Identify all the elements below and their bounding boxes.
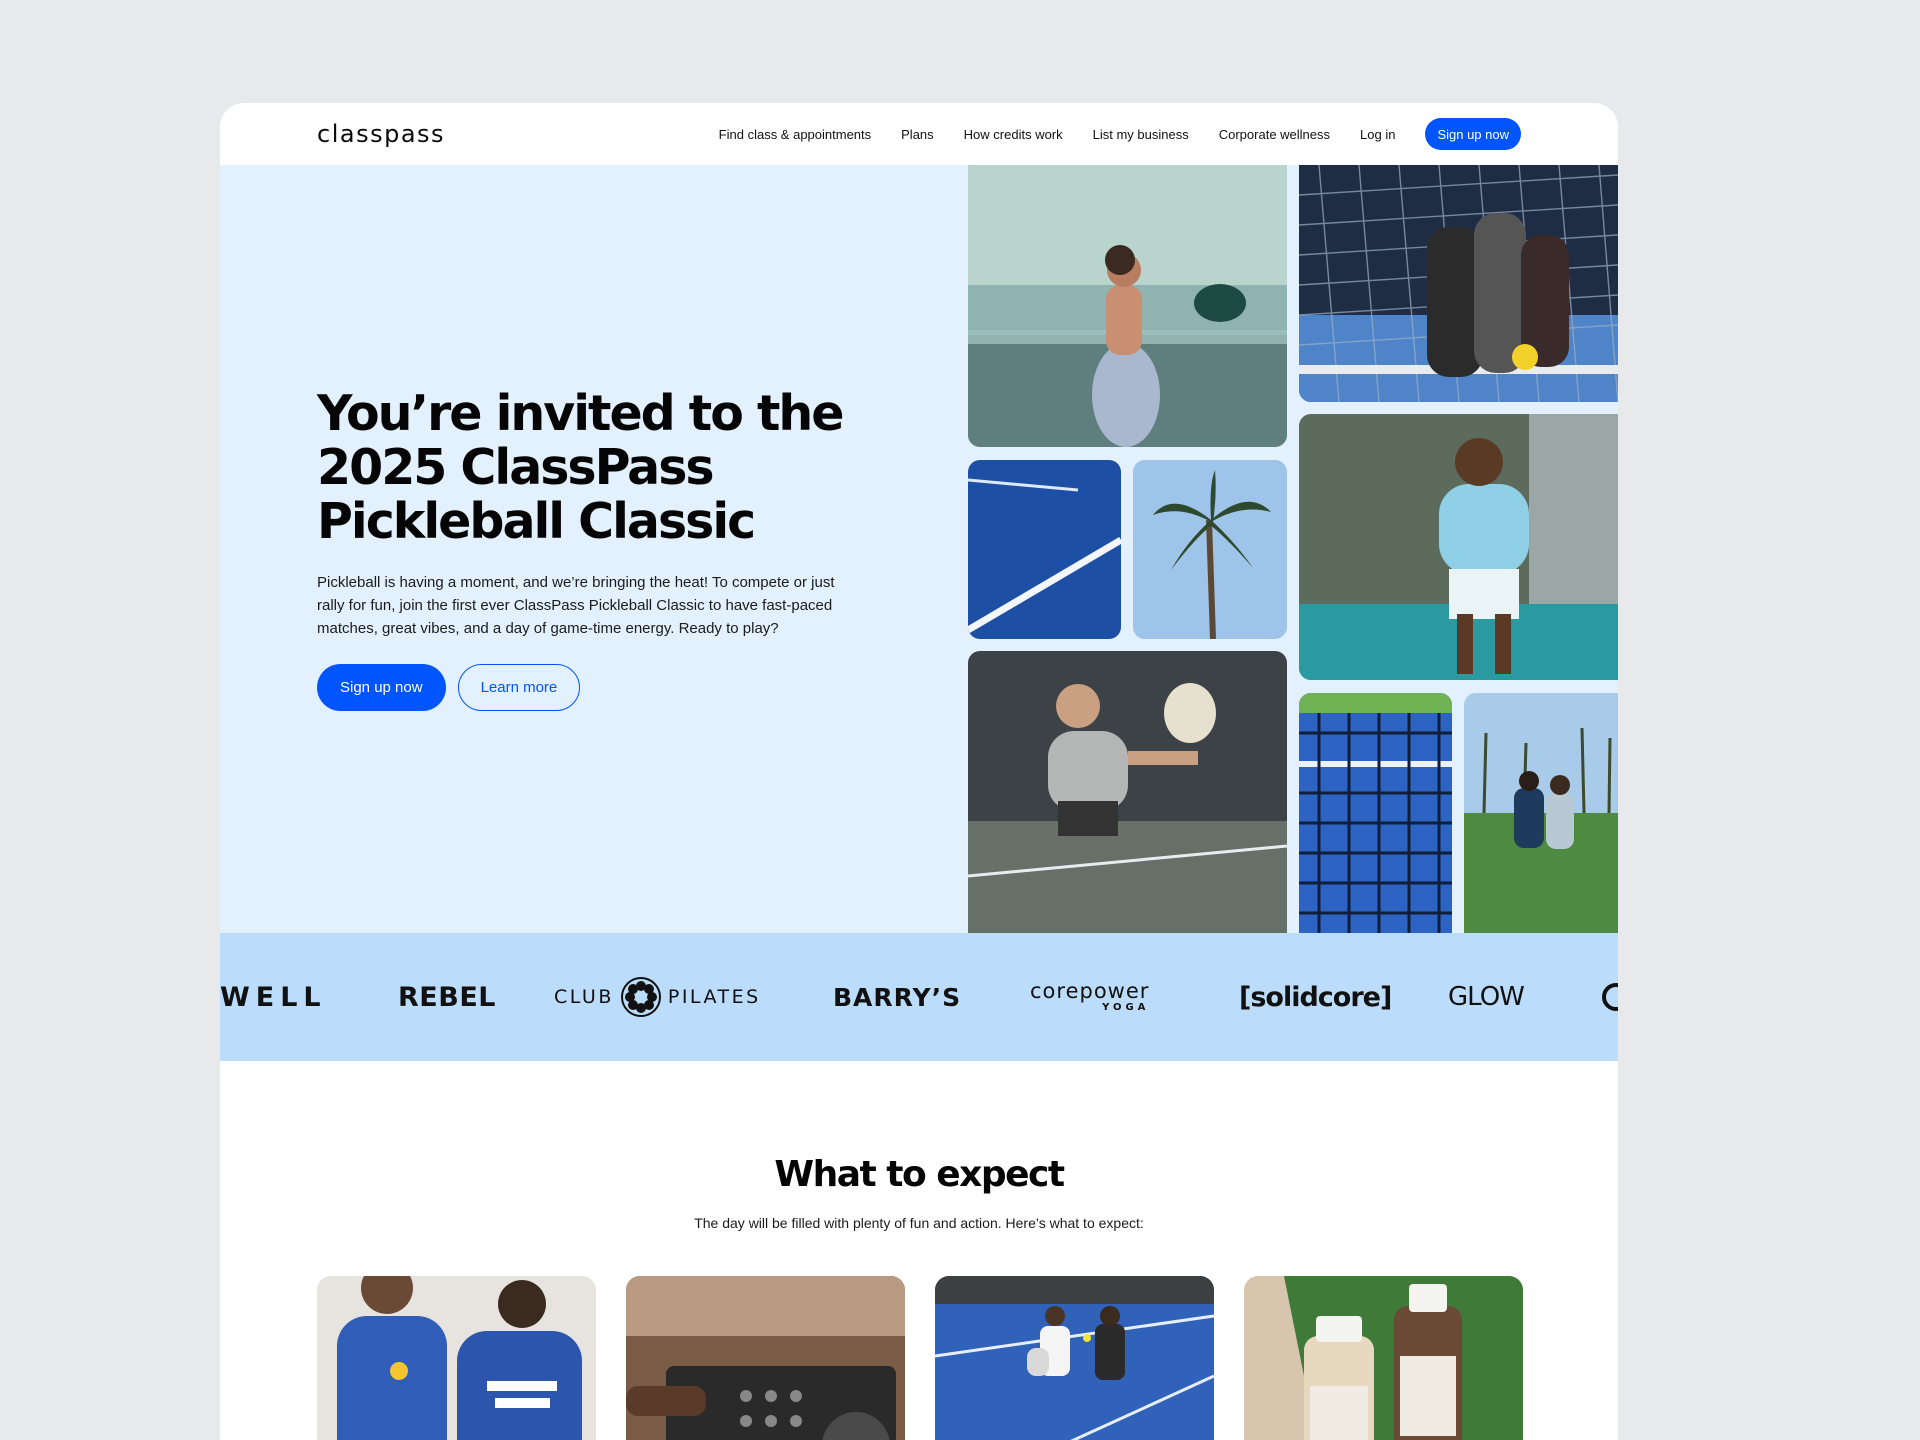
brand-logo-strip: WELL REBEL CLUB PILATES BARRY’S corepowe… [220,933,1618,1061]
brand-logo-barrys: BARRY’S [833,982,962,1012]
nav-sign-up-button[interactable]: Sign up now [1425,118,1521,150]
photo-players-walking [1464,693,1618,933]
photo-blue-net [1299,693,1452,933]
nav-list-my-business[interactable]: List my business [1093,127,1189,142]
card-photo-doubles-match [935,1276,1214,1440]
nav-plans[interactable]: Plans [901,127,934,142]
photo-woman-playing [968,165,1287,447]
browser-window: classpass Find class & appointments Plan… [220,103,1618,1440]
hero-section: You’re invited to the 2025 ClassPass Pic… [220,165,1618,933]
photo-man-in-blue [1299,414,1618,680]
classpass-logo[interactable]: classpass [317,120,445,148]
photo-paddles-net [1299,165,1618,402]
brand-logo-corepower-yoga: corepower YOGA [1030,979,1150,1013]
brand-logo-rebel: REBEL [398,981,496,1013]
hero-title-line-1: You’re invited to the [317,385,844,442]
nav-corporate-wellness[interactable]: Corporate wellness [1219,127,1330,142]
expect-subtitle: The day will be filled with plenty of fu… [694,1215,1144,1231]
hero-sign-up-button[interactable]: Sign up now [317,664,446,711]
nav-links: Find class & appointments Plans How cred… [719,118,1521,150]
what-to-expect-section: What to expect The day will be filled wi… [220,1061,1618,1231]
nav-how-credits-work[interactable]: How credits work [964,127,1063,142]
card-photo-dj [626,1276,905,1440]
hero-title: You’re invited to the 2025 ClassPass Pic… [317,387,877,549]
hero-learn-more-button[interactable]: Learn more [457,664,581,711]
expect-title: What to expect [774,1154,1065,1195]
brand-logo-glow: GLOW [1448,982,1525,1012]
hero-description: Pickleball is having a moment, and we’re… [317,574,835,637]
brand-logo-club-pilates: CLUB PILATES [554,933,761,1061]
photo-man-lunging [968,651,1287,933]
photo-palm-tree [1133,460,1287,639]
brand-logo-solidcore: [solidcore] [1239,981,1392,1013]
club-pilates-flower-icon [620,976,662,1018]
brand-logo-partial-icon [1601,933,1618,1061]
top-nav: classpass Find class & appointments Plan… [220,103,1618,165]
hero-copy: You’re invited to the 2025 ClassPass Pic… [317,387,877,711]
hero-buttons: Sign up now Learn more [317,664,877,711]
card-photo-juice-bottles [1244,1276,1523,1440]
card-photo-tshirts [317,1276,596,1440]
hero-title-line-2: 2025 ClassPass [317,439,715,496]
nav-log-in[interactable]: Log in [1360,127,1395,142]
expect-cards [317,1276,1523,1440]
photo-court-lines [968,460,1121,639]
hero-title-line-3: Pickleball Classic [317,493,756,550]
nav-find-class[interactable]: Find class & appointments [719,127,871,142]
brand-logo-well: WELL [220,981,327,1013]
